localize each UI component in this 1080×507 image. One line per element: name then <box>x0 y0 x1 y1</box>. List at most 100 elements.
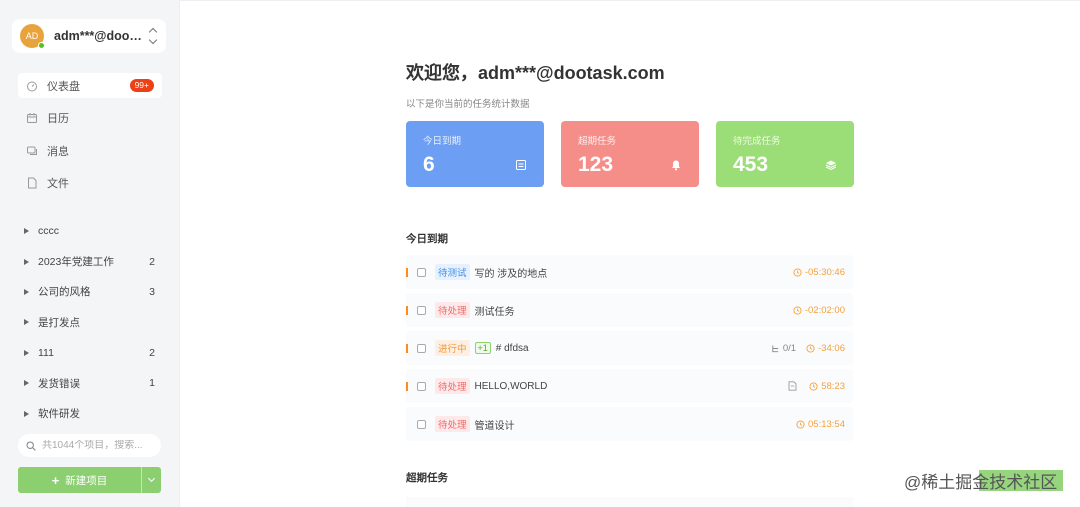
task-name: 写的 涉及的地点 <box>474 268 548 280</box>
menu-label: 消息 <box>47 145 69 158</box>
watermark-text: @稀土掘金技术社区 <box>904 473 1058 492</box>
stat-card-overdue[interactable]: 超期任务 123 <box>561 121 699 187</box>
project-count: 1 <box>149 377 155 390</box>
task-row[interactable]: 待处理 测试任务 -02:02:00 <box>406 293 853 327</box>
main-menu: 仪表盘 99+ 日历 消息 文件 <box>18 73 162 203</box>
task-checkbox[interactable] <box>417 381 426 391</box>
chevron-updown-icon <box>148 27 158 45</box>
menu-item-calendar[interactable]: 日历 <box>18 106 162 131</box>
task-checkbox[interactable] <box>417 419 426 429</box>
stat-label: 今日到期 <box>423 136 462 147</box>
menu-item-files[interactable]: 文件 <box>18 171 162 196</box>
menu-label: 日历 <box>47 113 69 125</box>
stat-label: 超期任务 <box>578 136 617 147</box>
task-checkbox[interactable] <box>417 267 426 277</box>
caret-right-icon <box>24 380 29 387</box>
subtask-count: 0/1 <box>771 343 796 354</box>
priority-bar <box>406 381 408 391</box>
clock-icon <box>793 267 802 277</box>
task-name: # dfdsa <box>495 342 529 354</box>
task-row[interactable]: 待处理 管道设计 05:13:54 <box>406 407 853 441</box>
task-countdown: -05:30:46 <box>793 267 845 278</box>
calendar-list-icon <box>515 158 527 170</box>
dashboard-icon <box>26 80 38 92</box>
menu-label: 文件 <box>47 178 69 190</box>
project-name: 发货错误 <box>38 377 80 390</box>
stat-value: 123 <box>578 153 614 176</box>
project-item[interactable]: cccc <box>18 216 162 246</box>
task-countdown: 58:23 <box>809 381 845 392</box>
project-item[interactable]: 是打发点 <box>18 307 162 337</box>
countdown-text: -34:06 <box>818 342 845 354</box>
stat-card-pending[interactable]: 待完成任务 453 <box>716 121 854 187</box>
search-input[interactable] <box>42 440 152 451</box>
task-row[interactable]: 进行中 +1 # dfdsa 0/1 -34:06 <box>406 331 853 365</box>
task-countdown: -34:06 <box>806 343 845 354</box>
new-project-label: 新建项目 <box>65 474 108 487</box>
caret-right-icon <box>24 319 29 326</box>
project-name: 软件研发 <box>38 408 80 421</box>
overdue-task-row-partial <box>406 497 853 507</box>
priority-bar <box>406 267 408 277</box>
new-project-button-group: + 新建项目 <box>18 467 161 493</box>
priority-bar <box>406 305 408 315</box>
status-badge: 待处理 <box>435 378 470 394</box>
section-title-due-today: 今日到期 <box>406 233 448 245</box>
new-project-dropdown-button[interactable] <box>141 467 161 493</box>
status-badge: 待测试 <box>435 264 470 280</box>
project-name: 111 <box>38 346 54 359</box>
avatar-initials: AD <box>25 31 39 41</box>
layers-icon <box>825 158 837 171</box>
calendar-icon <box>26 112 38 124</box>
project-count: 2 <box>149 255 155 268</box>
subtask-icon <box>772 344 779 352</box>
task-row[interactable]: 待测试 写的 涉及的地点 -05:30:46 <box>406 255 853 289</box>
countdown-text: -02:02:00 <box>804 304 845 316</box>
project-list: cccc 2023年党建工作 2 公司的风格 3 是打发点 111 2 发货错误 1 软… <box>18 216 162 429</box>
page-subtitle: 以下是你当前的任务统计数据 <box>406 99 530 110</box>
task-checkbox[interactable] <box>417 305 426 315</box>
caret-right-icon <box>24 228 29 235</box>
countdown-text: -05:30:46 <box>804 266 845 278</box>
task-countdown: -02:02:00 <box>793 305 845 316</box>
project-search[interactable] <box>18 434 161 457</box>
status-badge: 待处理 <box>435 416 470 432</box>
project-item[interactable]: 公司的风格 3 <box>18 277 162 307</box>
project-item[interactable]: 发货错误 1 <box>18 368 162 398</box>
menu-item-dashboard[interactable]: 仪表盘 99+ <box>18 73 162 98</box>
task-list-due-today: 待测试 写的 涉及的地点 -05:30:46 待处理 测试任务 -02:02:0… <box>406 255 853 445</box>
task-checkbox[interactable] <box>417 343 426 353</box>
project-item[interactable]: 软件研发 <box>18 398 162 428</box>
project-name: cccc <box>38 225 59 238</box>
extra-count-badge: +1 <box>474 342 491 354</box>
stat-value: 453 <box>733 153 769 176</box>
status-badge: 进行中 <box>435 340 470 356</box>
caret-right-icon <box>24 410 29 417</box>
page-title: 欢迎您，adm***@dootask.com <box>406 63 665 83</box>
section-title-overdue: 超期任务 <box>406 472 448 484</box>
project-item[interactable]: 111 2 <box>18 338 162 368</box>
new-project-button[interactable]: + 新建项目 <box>18 473 141 488</box>
task-row[interactable]: 待处理 HELLO,WORLD 58:23 <box>406 369 853 403</box>
clock-icon <box>809 381 818 391</box>
priority-bar <box>406 343 408 353</box>
account-switcher[interactable]: AD adm***@dootask.com <box>12 19 166 53</box>
task-countdown: 05:13:54 <box>796 419 845 430</box>
status-badge: 待处理 <box>435 302 470 318</box>
file-icon <box>788 381 797 391</box>
menu-item-messages[interactable]: 消息 <box>18 138 162 163</box>
countdown-text: 05:13:54 <box>808 418 845 430</box>
caret-right-icon <box>24 288 29 295</box>
dashboard-main: 欢迎您，adm***@dootask.com 以下是你当前的任务统计数据 今日到… <box>180 0 1080 507</box>
file-icon <box>26 177 38 189</box>
bell-icon <box>670 158 682 171</box>
task-name: 测试任务 <box>474 306 515 318</box>
sidebar: AD adm***@dootask.com 仪表盘 99+ 日历 消息 <box>0 0 180 507</box>
online-status-dot <box>38 42 45 49</box>
stat-card-due-today[interactable]: 今日到期 6 <box>406 121 544 187</box>
project-count: 2 <box>149 346 155 359</box>
clock-icon <box>793 305 802 315</box>
clock-icon <box>806 343 815 353</box>
project-item[interactable]: 2023年党建工作 2 <box>18 246 162 276</box>
notification-badge: 99+ <box>129 79 154 92</box>
